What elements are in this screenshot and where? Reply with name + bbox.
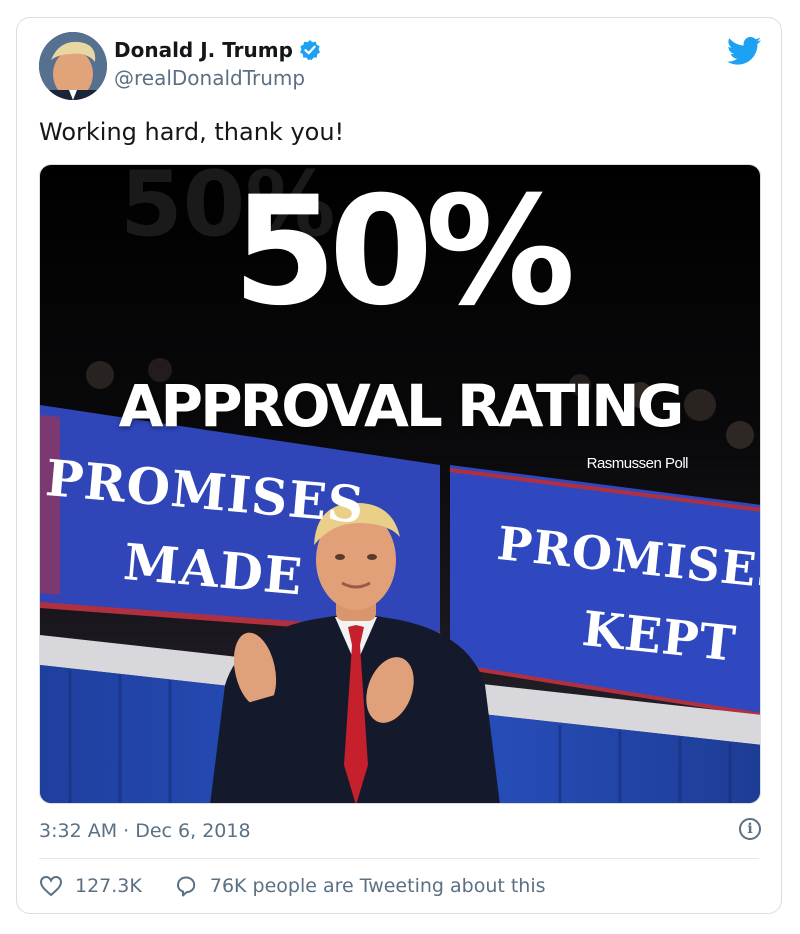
tweet-card[interactable]: Donald J. Trump @realDonaldTrump Working… bbox=[16, 17, 782, 914]
tweeting-about-text: 76K people are Tweeting about this bbox=[209, 875, 546, 897]
heart-icon bbox=[39, 875, 63, 897]
display-name[interactable]: Donald J. Trump bbox=[114, 38, 321, 62]
info-icon[interactable]: i bbox=[739, 818, 761, 840]
verified-badge-icon bbox=[299, 39, 321, 61]
tweet-actions: 127.3K 76K people are Tweeting about thi… bbox=[39, 874, 578, 898]
like-button[interactable]: 127.3K bbox=[39, 874, 142, 898]
tweeting-about-link[interactable]: 76K people are Tweeting about this bbox=[174, 874, 546, 898]
headline-approval-rating: APPROVAL RATING bbox=[118, 372, 685, 440]
display-name-text[interactable]: Donald J. Trump bbox=[114, 38, 293, 62]
tweet-text: Working hard, thank you! bbox=[39, 118, 345, 146]
poll-source: Rasmussen Poll bbox=[586, 455, 689, 472]
headline-percent: 50% bbox=[232, 165, 575, 339]
sign-right-line2: KEPT bbox=[579, 601, 739, 673]
divider bbox=[39, 858, 759, 859]
tweet-timestamp[interactable]: 3:32 AM · Dec 6, 2018 bbox=[39, 820, 251, 842]
speech-bubble-icon bbox=[176, 876, 196, 897]
sign-left-line2: MADE bbox=[121, 532, 306, 607]
user-handle[interactable]: @realDonaldTrump bbox=[114, 66, 305, 90]
avatar[interactable] bbox=[39, 32, 107, 100]
twitter-bird-icon[interactable] bbox=[727, 36, 761, 66]
tweet-media-image[interactable]: 50% 50% APPROVAL RATING Rasmussen Poll P… bbox=[39, 164, 761, 804]
like-count: 127.3K bbox=[75, 875, 142, 897]
